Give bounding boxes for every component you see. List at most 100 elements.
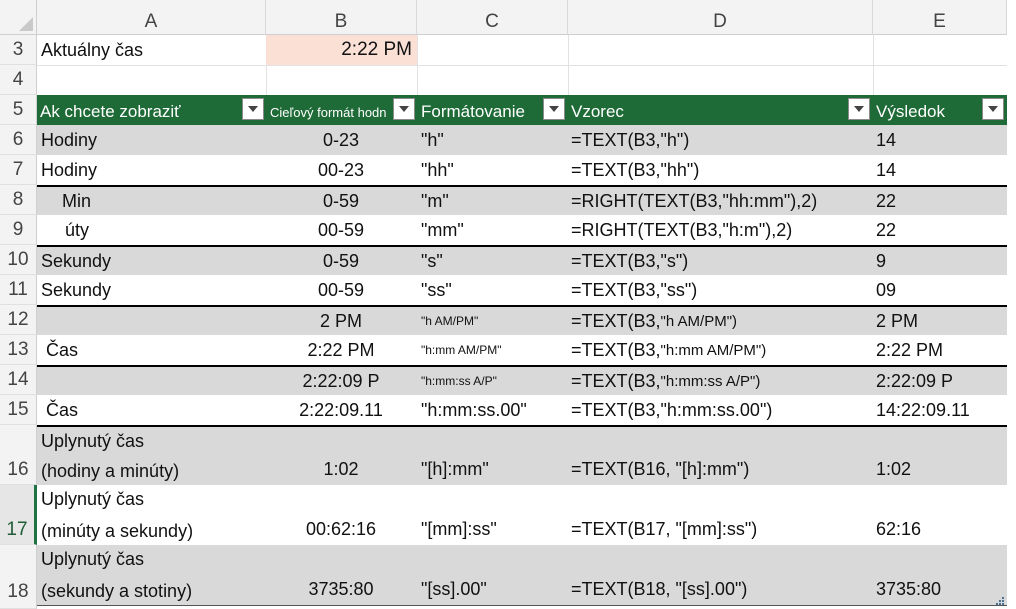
cell-formatting[interactable]: "h:mm:ss.00" bbox=[421, 395, 569, 425]
cell-target-format[interactable]: 1:02 bbox=[266, 427, 416, 485]
row-header-5[interactable]: 5 bbox=[0, 95, 37, 125]
row-header-17[interactable]: 17 bbox=[0, 485, 37, 545]
cell-formatting[interactable]: "h" bbox=[421, 125, 569, 155]
cell-formula[interactable]: =TEXT(B3,"ss") bbox=[571, 275, 871, 305]
cell-target-format[interactable]: 2:22:09.11 bbox=[266, 395, 416, 425]
cell-result[interactable]: 3735:80 bbox=[876, 545, 1007, 605]
cell-show[interactable] bbox=[41, 367, 265, 395]
cell-formula[interactable]: =TEXT(B17, "[mm]:ss") bbox=[571, 485, 871, 545]
cell-formatting[interactable]: "mm" bbox=[421, 215, 569, 245]
cell-show[interactable]: Čas bbox=[41, 395, 270, 425]
header-cell-show[interactable]: Ak chcete zobraziť bbox=[40, 95, 240, 125]
filter-dropdown-b[interactable] bbox=[393, 98, 415, 120]
cell-result[interactable]: 14 bbox=[876, 155, 1007, 185]
row-header-9[interactable]: 9 bbox=[0, 215, 37, 245]
current-time-value-cell[interactable]: 2:22 PM bbox=[266, 35, 417, 65]
header-cell-formula[interactable]: Vzorec bbox=[571, 95, 841, 125]
cell-target-format[interactable]: 0-23 bbox=[266, 125, 416, 155]
cell-formula[interactable]: =TEXT(B3,"hh") bbox=[571, 155, 871, 185]
cell-show[interactable]: Uplynutý čas (minúty a sekundy) bbox=[41, 485, 265, 545]
cell-result[interactable]: 62:16 bbox=[876, 485, 1007, 545]
cell-show[interactable]: Sekundy bbox=[41, 247, 265, 275]
cell-target-format[interactable]: 3735:80 bbox=[266, 545, 416, 605]
cell-show[interactable]: Uplynutý čas (hodiny a minúty) bbox=[41, 427, 265, 485]
cell-target-format[interactable]: 00-59 bbox=[266, 275, 416, 305]
row-header-15[interactable]: 15 bbox=[0, 395, 37, 425]
column-header-e[interactable]: E bbox=[873, 0, 1007, 35]
filter-dropdown-c[interactable] bbox=[543, 98, 565, 120]
cell-formula[interactable]: =RIGHT(TEXT(B3,"h:m"),2) bbox=[571, 215, 871, 245]
cell-formula[interactable]: =TEXT(B3,"h") bbox=[571, 125, 871, 155]
cell-formatting[interactable]: "s" bbox=[421, 247, 569, 275]
cell-result[interactable]: 14 bbox=[876, 125, 1007, 155]
column-header-a[interactable]: A bbox=[37, 0, 266, 35]
row-header-10[interactable]: 10 bbox=[0, 245, 37, 275]
cell-formula[interactable]: =TEXT(B3, "h:mm AM/PM") bbox=[571, 335, 871, 365]
cell-result[interactable]: 2:22 PM bbox=[876, 335, 1007, 365]
cell-target-format[interactable]: 2 PM bbox=[266, 307, 416, 335]
cell-show[interactable]: úty bbox=[41, 215, 289, 245]
header-cell-formatting[interactable]: Formátovanie bbox=[421, 95, 541, 125]
cell-formatting[interactable]: "[h]:mm" bbox=[421, 427, 569, 485]
header-cell-target-format[interactable]: Cieľový formát hodn bbox=[270, 95, 395, 125]
cell-formatting[interactable]: "h:mm AM/PM" bbox=[421, 335, 569, 365]
row-header-6[interactable]: 6 bbox=[0, 125, 37, 155]
cell-target-format[interactable]: 2:22:09 P bbox=[266, 367, 416, 395]
cell-result[interactable]: 1:02 bbox=[876, 427, 1007, 485]
cell-formatting[interactable]: "[ss].00" bbox=[421, 545, 569, 605]
cell-show[interactable]: Hodiny bbox=[41, 155, 265, 185]
row-header-11[interactable]: 11 bbox=[0, 275, 37, 305]
cell-show[interactable]: Hodiny bbox=[41, 125, 265, 155]
row-header-4[interactable]: 4 bbox=[0, 65, 37, 95]
row-header-14[interactable]: 14 bbox=[0, 365, 37, 395]
cell-target-format[interactable]: 00:62:16 bbox=[266, 485, 416, 545]
row-header-8[interactable]: 8 bbox=[0, 185, 37, 215]
row-header-13[interactable]: 13 bbox=[0, 335, 37, 365]
column-header-c[interactable]: C bbox=[417, 0, 568, 35]
cell-target-format[interactable]: 00-59 bbox=[266, 215, 416, 245]
column-header-b[interactable]: B bbox=[266, 0, 417, 35]
cell-formula[interactable]: =RIGHT(TEXT(B3,"hh:mm"),2) bbox=[571, 187, 871, 215]
cell-result[interactable]: 2:22:09 P bbox=[876, 367, 1007, 395]
row-header-18[interactable]: 18 bbox=[0, 545, 37, 609]
table-resize-handle-icon[interactable] bbox=[995, 596, 1005, 606]
cell-formula[interactable]: =TEXT(B16, "[h]:mm") bbox=[571, 427, 871, 485]
cell-formula[interactable]: =TEXT(B3, "h:mm:ss A/P") bbox=[571, 367, 871, 395]
select-all-corner[interactable] bbox=[0, 0, 37, 35]
cell-show[interactable]: Uplynutý čas (sekundy a stotiny) bbox=[41, 545, 265, 605]
row-header-12[interactable]: 12 bbox=[0, 305, 37, 335]
cell-formula[interactable]: =TEXT(B3,"s") bbox=[571, 247, 871, 275]
cell-formatting[interactable]: "hh" bbox=[421, 155, 569, 185]
cell-formatting[interactable]: "h AM/PM" bbox=[421, 307, 569, 335]
cell-formatting[interactable]: "[mm]:ss" bbox=[421, 485, 569, 545]
cell-result[interactable]: 2 PM bbox=[876, 307, 1007, 335]
cell-formatting[interactable]: "ss" bbox=[421, 275, 569, 305]
cell-target-format[interactable]: 0-59 bbox=[266, 187, 416, 215]
cell-result[interactable]: 9 bbox=[876, 247, 1007, 275]
cell-target-format[interactable]: 00-23 bbox=[266, 155, 416, 185]
filter-dropdown-e[interactable] bbox=[982, 98, 1004, 120]
cell-show[interactable] bbox=[41, 307, 265, 335]
cell-result[interactable]: 09 bbox=[876, 275, 1007, 305]
header-cell-result[interactable]: Výsledok bbox=[876, 95, 976, 125]
column-header-d[interactable]: D bbox=[568, 0, 873, 35]
cell-show[interactable]: Čas bbox=[41, 335, 270, 365]
row-header-7[interactable]: 7 bbox=[0, 155, 37, 185]
cell-formatting[interactable]: "m" bbox=[421, 187, 569, 215]
cell-result[interactable]: 22 bbox=[876, 215, 1007, 245]
cell-result[interactable]: 14:22:09.11 bbox=[876, 395, 1007, 425]
filter-dropdown-a[interactable] bbox=[242, 98, 264, 120]
cell-target-format[interactable]: 0-59 bbox=[266, 247, 416, 275]
cell-formula[interactable]: =TEXT(B18, "[ss].00") bbox=[571, 545, 871, 605]
cell-show[interactable]: Sekundy bbox=[41, 275, 265, 305]
cell-formatting[interactable]: "h:mm:ss A/P" bbox=[421, 367, 569, 395]
cell-formula[interactable]: =TEXT(B3, "h AM/PM") bbox=[571, 307, 871, 335]
filter-dropdown-d[interactable] bbox=[848, 98, 870, 120]
row-header-3[interactable]: 3 bbox=[0, 35, 37, 65]
cell-formula[interactable]: =TEXT(B3,"h:mm:ss.00") bbox=[571, 395, 871, 425]
cell-target-format[interactable]: 2:22 PM bbox=[266, 335, 416, 365]
cell-result[interactable]: 22 bbox=[876, 187, 1007, 215]
current-time-label[interactable]: Aktuálny čas bbox=[41, 35, 261, 65]
row-header-16[interactable]: 16 bbox=[0, 425, 37, 485]
cell-show[interactable]: Min bbox=[41, 187, 286, 215]
